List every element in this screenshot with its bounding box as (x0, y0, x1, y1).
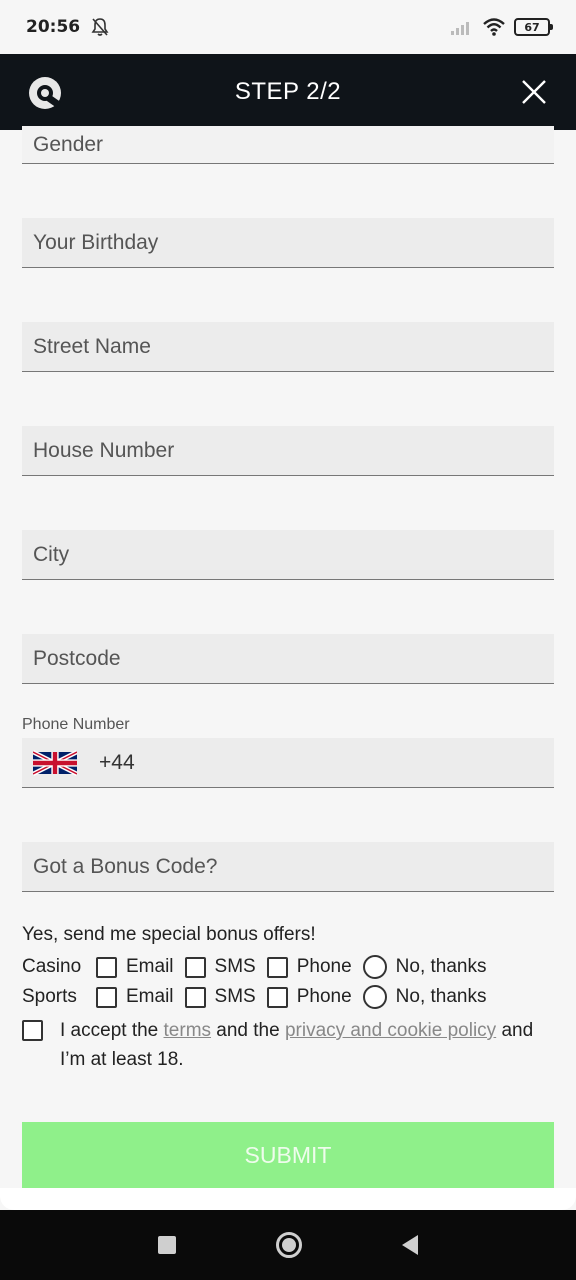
home-icon[interactable] (276, 1232, 302, 1258)
sports-label: Sports (22, 986, 77, 1007)
casino-phone-label: Phone (296, 956, 352, 977)
street-input[interactable]: Street Name (22, 322, 554, 372)
city-input[interactable]: City (22, 530, 554, 580)
accept-terms-text: I accept the terms and the privacy and c… (60, 1016, 554, 1074)
uk-flag-icon[interactable] (33, 749, 77, 777)
gender-select[interactable]: Gender (22, 126, 554, 164)
casino-no-thanks-radio[interactable] (362, 955, 387, 979)
postcode-placeholder: Postcode (33, 646, 121, 670)
sports-sms-label: SMS (214, 986, 256, 1007)
gender-label: Gender (33, 132, 104, 156)
casino-label: Casino (22, 956, 82, 977)
casino-no-thanks-label: No, thanks (395, 956, 487, 977)
bonus-code-placeholder: Got a Bonus Code? (33, 854, 218, 878)
sports-email-label: Email (126, 986, 174, 1007)
privacy-link[interactable]: privacy and cookie policy (285, 1020, 496, 1041)
bonus-code-input[interactable]: Got a Bonus Code? (22, 842, 554, 892)
wifi-icon (483, 18, 505, 36)
brand-logo-icon (29, 77, 61, 109)
submit-button[interactable]: SUBMIT (22, 1122, 554, 1188)
casino-phone-checkbox[interactable] (266, 956, 288, 978)
step-title: STEP 2/2 (234, 78, 342, 105)
accept-prefix: I accept the (60, 1020, 164, 1041)
phone-country-code: +44 (99, 750, 135, 774)
birthday-input[interactable]: Your Birthday (22, 218, 554, 268)
terms-link[interactable]: terms (164, 1020, 212, 1041)
casino-sms-checkbox[interactable] (184, 956, 206, 978)
sports-sms-checkbox[interactable] (184, 986, 206, 1008)
casino-email-label: Email (126, 956, 174, 977)
signal-icon (451, 22, 469, 35)
house-number-placeholder: House Number (33, 438, 175, 462)
postcode-input[interactable]: Postcode (22, 634, 554, 684)
sports-no-thanks-label: No, thanks (395, 986, 487, 1007)
battery-level: 67 (524, 20, 540, 34)
accept-terms-checkbox[interactable] (22, 1020, 43, 1041)
offers-heading: Yes, send me special bonus offers! (22, 924, 316, 945)
modal-header: STEP 2/2 (0, 54, 576, 130)
casino-sms-label: SMS (214, 956, 256, 977)
recents-icon[interactable] (158, 1236, 176, 1254)
back-icon[interactable] (402, 1235, 418, 1255)
city-placeholder: City (33, 542, 70, 566)
accept-terms-row: I accept the terms and the privacy and c… (22, 1016, 554, 1074)
battery-icon: 67 (514, 18, 553, 36)
sports-no-thanks-radio[interactable] (362, 985, 387, 1009)
house-number-input[interactable]: House Number (22, 426, 554, 476)
sports-phone-checkbox[interactable] (266, 986, 288, 1008)
bell-muted-icon (91, 18, 109, 36)
birthday-placeholder: Your Birthday (33, 230, 159, 254)
status-time: 20:56 (26, 17, 81, 37)
status-bar: 20:56 67 (0, 0, 576, 54)
accept-mid: and the (211, 1020, 285, 1041)
bonus-offers-section: Yes, send me special bonus offers! Casin… (22, 924, 554, 1074)
casino-offers-row: Casino Email SMS Phone No, thanks (22, 952, 554, 982)
sports-offers-row: Sports Email SMS Phone No, thanks (22, 982, 554, 1012)
casino-email-checkbox[interactable] (96, 956, 117, 978)
street-placeholder: Street Name (33, 334, 151, 358)
modal-bottom-edge (0, 1188, 576, 1210)
sports-email-checkbox[interactable] (96, 986, 117, 1008)
close-icon[interactable] (520, 78, 548, 106)
phone-number-input[interactable]: +44 (22, 738, 554, 788)
phone-number-label: Phone Number (22, 716, 130, 733)
system-nav-bar (0, 1210, 576, 1280)
sports-phone-label: Phone (296, 986, 352, 1007)
